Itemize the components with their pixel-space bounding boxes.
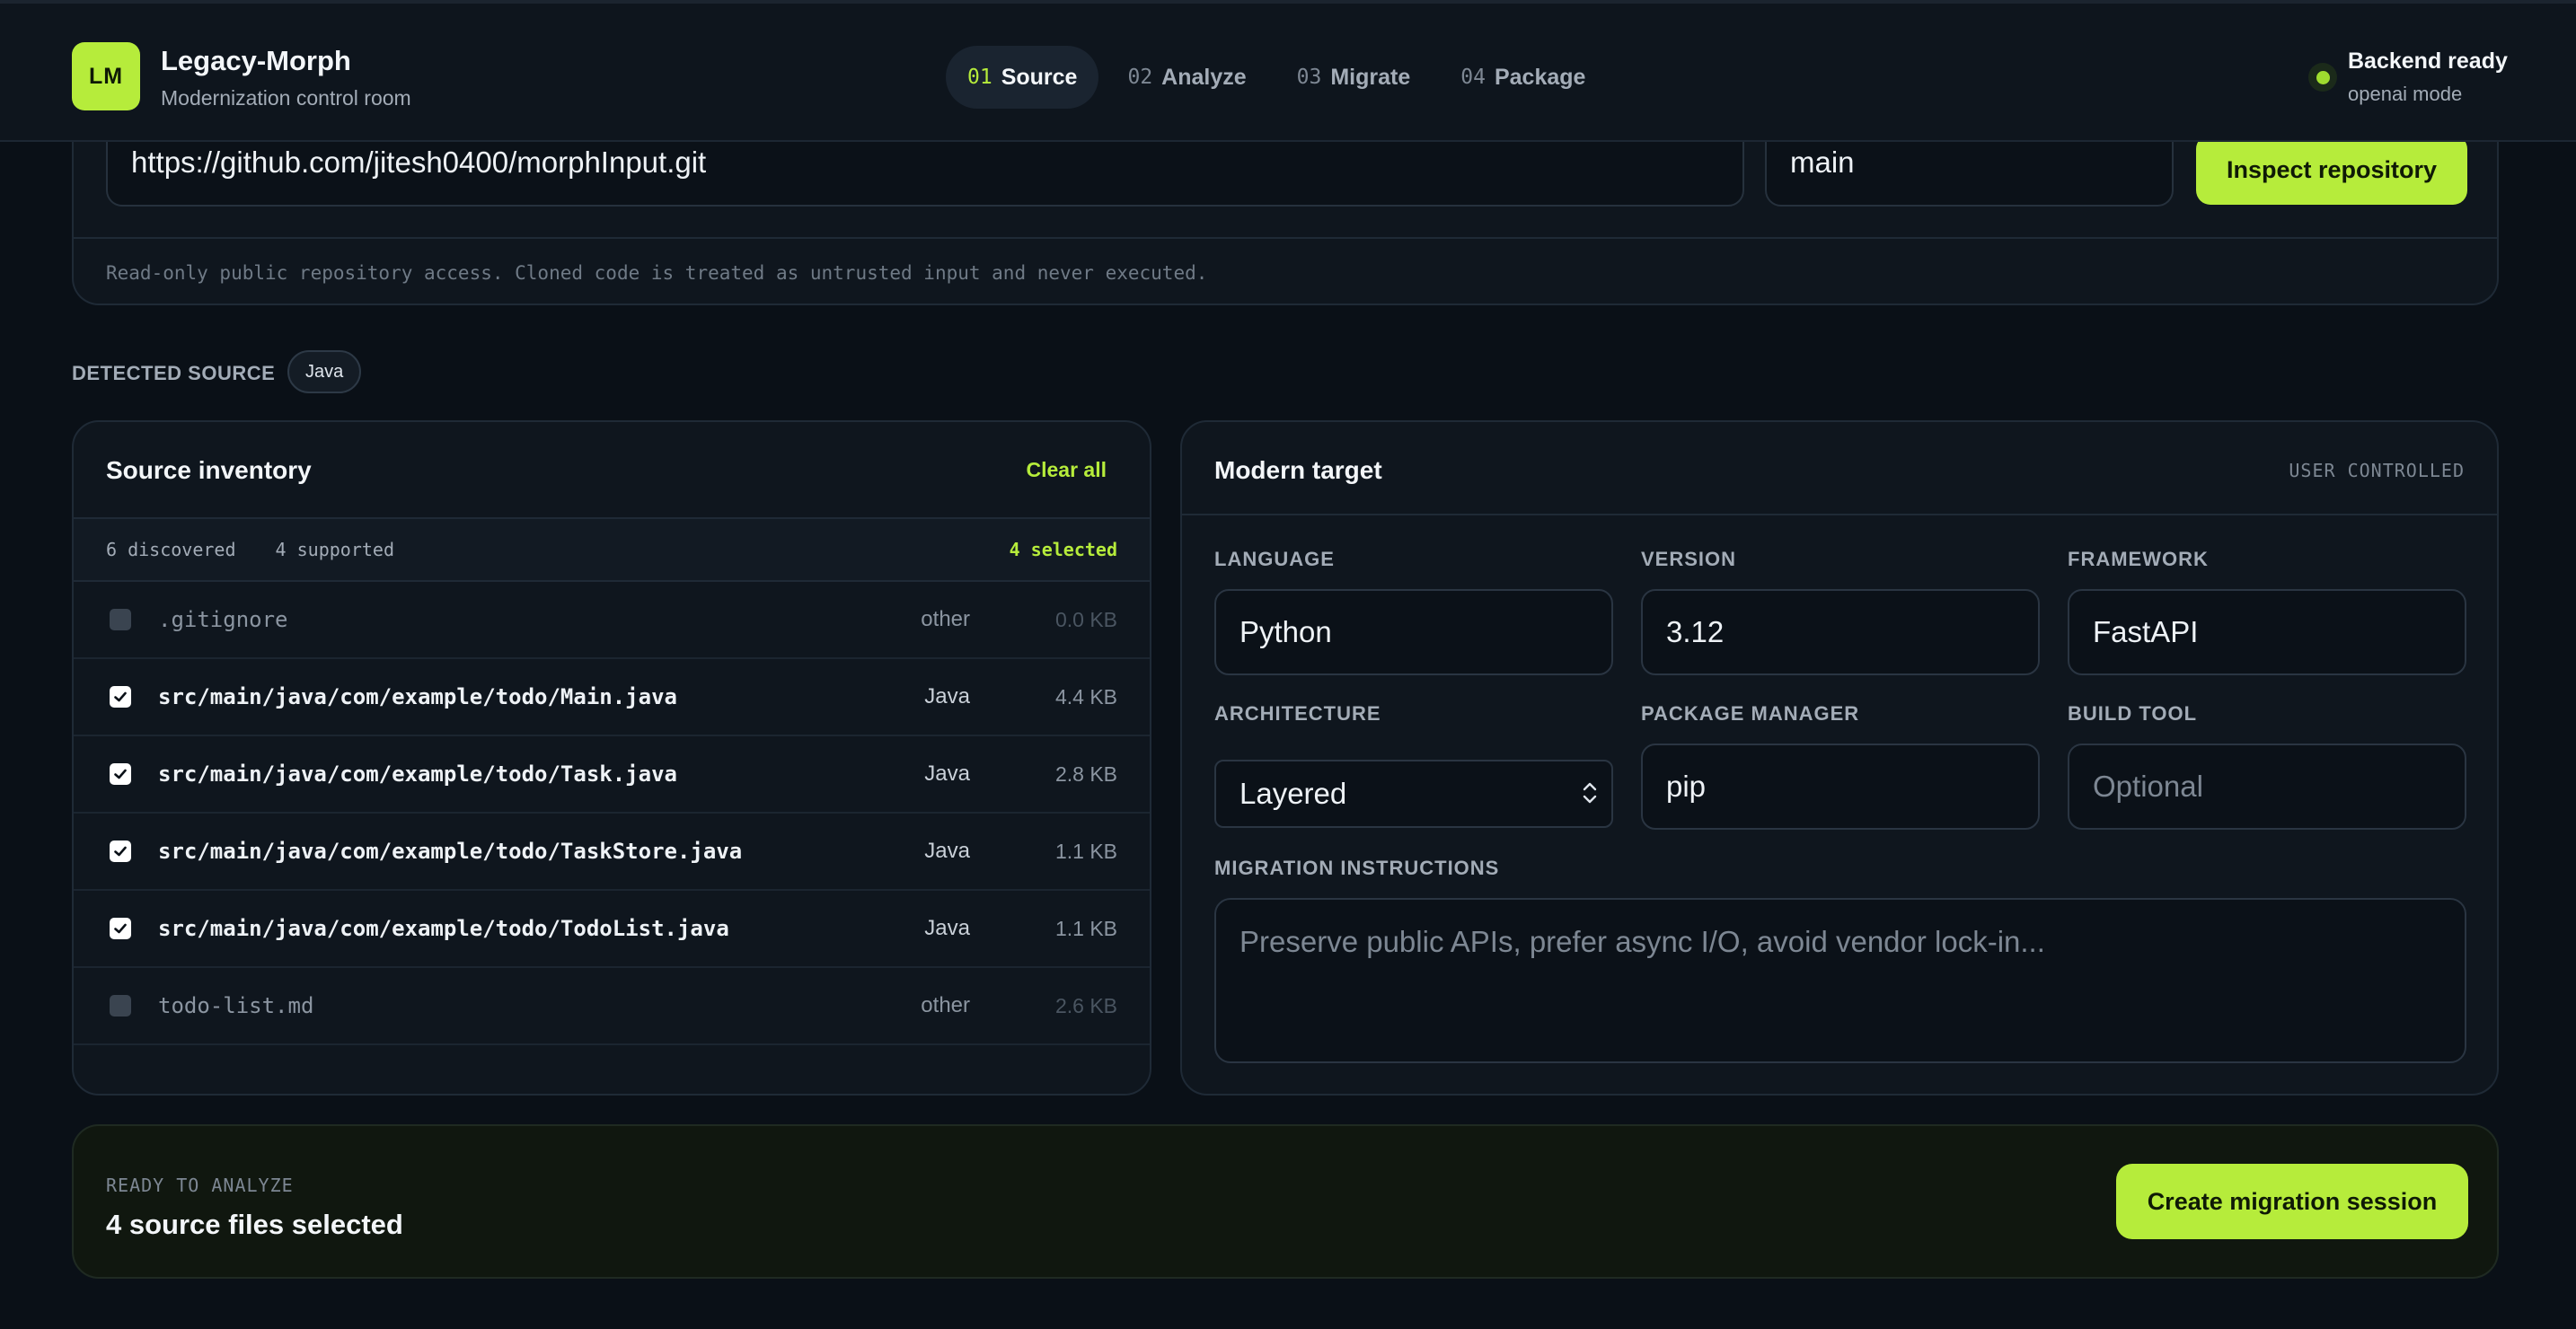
architecture-label: ARCHITECTURE	[1214, 702, 1381, 725]
build-tool-input[interactable]: Optional	[2068, 744, 2466, 830]
top-bar: LM Legacy-Morph Modernization control ro…	[0, 0, 2576, 142]
selected-count: 4 selected	[1009, 539, 1117, 560]
step-nav: 01 Source 02 Analyze 03 Migrate 04 Packa…	[946, 46, 1607, 109]
step-number: 01	[967, 66, 992, 89]
backend-mode: openai mode	[2348, 83, 2463, 105]
file-checkbox[interactable]	[110, 995, 131, 1017]
framework-input[interactable]: FastAPI	[2068, 589, 2466, 675]
step-label: Analyze	[1161, 64, 1247, 90]
inspect-repository-button[interactable]: Inspect repository	[2196, 135, 2467, 205]
step-package[interactable]: 04 Package	[1439, 46, 1607, 109]
file-path: src/main/java/com/example/todo/TodoList.…	[158, 916, 729, 941]
backend-status: Backend ready	[2348, 48, 2508, 74]
migration-instructions-label: MIGRATION INSTRUCTIONS	[1214, 857, 1500, 879]
file-checkbox[interactable]	[110, 763, 131, 785]
language-label: LANGUAGE	[1214, 548, 1335, 570]
file-size: 0.0 KB	[1054, 607, 1117, 631]
file-size: 1.1 KB	[1054, 916, 1117, 940]
step-analyze[interactable]: 02 Analyze	[1106, 46, 1267, 109]
file-checkbox[interactable]	[110, 609, 131, 630]
file-row[interactable]: src/main/java/com/example/todo/TodoList.…	[74, 891, 1150, 968]
top-strip	[0, 0, 2576, 4]
file-row[interactable]: src/main/java/com/example/todo/Main.java…	[74, 659, 1150, 736]
ready-label: READY TO ANALYZE	[106, 1175, 294, 1196]
file-path: src/main/java/com/example/todo/Main.java	[158, 684, 677, 709]
divider	[74, 237, 2497, 239]
file-language: other	[921, 993, 970, 1017]
file-row[interactable]: .gitignore other 0.0 KB	[74, 582, 1150, 659]
inventory-counts: 6 discovered 4 supported	[106, 539, 423, 560]
step-label: Source	[1001, 64, 1078, 90]
app-name: Legacy-Morph	[161, 45, 351, 76]
file-size: 4.4 KB	[1054, 684, 1117, 709]
app-logo: LM	[72, 42, 140, 110]
step-number: 04	[1460, 66, 1486, 89]
target-title: Modern target	[1214, 456, 1382, 484]
create-migration-session-button[interactable]: Create migration session	[2116, 1164, 2468, 1239]
architecture-select[interactable]: Layered	[1214, 760, 1613, 828]
file-path: todo-list.md	[158, 993, 314, 1018]
clear-all-button[interactable]: Clear all	[1027, 458, 1107, 482]
step-label: Migrate	[1330, 64, 1411, 90]
status-indicator-icon	[2308, 63, 2337, 92]
package-manager-label: PACKAGE MANAGER	[1641, 702, 1860, 725]
step-source[interactable]: 01 Source	[946, 46, 1099, 109]
divider	[1182, 514, 2497, 515]
supported-count: 4 supported	[275, 539, 394, 560]
file-size: 2.8 KB	[1054, 761, 1117, 786]
language-input[interactable]: Python	[1214, 589, 1613, 675]
version-input[interactable]: 3.12	[1641, 589, 2040, 675]
architecture-value: Layered	[1239, 777, 1347, 810]
file-checkbox[interactable]	[110, 686, 131, 708]
discovered-count: 6 discovered	[106, 539, 236, 560]
file-row[interactable]: src/main/java/com/example/todo/TaskStore…	[74, 814, 1150, 891]
file-path: src/main/java/com/example/todo/TaskStore…	[158, 839, 743, 864]
version-label: VERSION	[1641, 548, 1737, 570]
file-language: Java	[924, 916, 970, 940]
checkmark-icon	[114, 846, 127, 857]
step-migrate[interactable]: 03 Migrate	[1275, 46, 1433, 109]
build-tool-label: BUILD TOOL	[2068, 702, 2198, 725]
select-arrows-icon	[1581, 779, 1599, 809]
inventory-summary: 6 discovered 4 supported 4 selected	[74, 517, 1150, 582]
file-checkbox[interactable]	[110, 841, 131, 862]
file-language: Java	[924, 684, 970, 709]
file-size: 2.6 KB	[1054, 993, 1117, 1017]
step-number: 02	[1127, 66, 1153, 89]
inventory-title: Source inventory	[106, 456, 312, 484]
checkmark-icon	[114, 923, 127, 934]
repository-note: Read-only public repository access. Clon…	[106, 262, 1208, 284]
step-number: 03	[1296, 66, 1322, 89]
checkmark-icon	[114, 769, 127, 779]
step-label: Package	[1494, 64, 1586, 90]
migration-instructions-textarea[interactable]: Preserve public APIs, prefer async I/O, …	[1214, 898, 2466, 1063]
checkmark-icon	[114, 691, 127, 702]
file-size: 1.1 KB	[1054, 839, 1117, 863]
ready-to-analyze-bar: READY TO ANALYZE 4 source files selected…	[72, 1124, 2499, 1279]
detected-source-label: DETECTED SOURCE	[72, 362, 276, 384]
file-path: src/main/java/com/example/todo/Task.java	[158, 761, 677, 787]
file-checkbox[interactable]	[110, 918, 131, 939]
app-subtitle: Modernization control room	[161, 86, 411, 110]
file-language: other	[921, 607, 970, 631]
framework-label: FRAMEWORK	[2068, 548, 2209, 570]
file-language: Java	[924, 761, 970, 786]
file-row[interactable]: todo-list.md other 2.6 KB	[74, 968, 1150, 1045]
user-controlled-tag: USER CONTROLLED	[2289, 460, 2465, 481]
detected-language-badge: Java	[287, 350, 362, 393]
file-row[interactable]: src/main/java/com/example/todo/Task.java…	[74, 736, 1150, 814]
modern-target-panel: Modern target USER CONTROLLED LANGUAGE P…	[1180, 420, 2499, 1096]
package-manager-input[interactable]: pip	[1641, 744, 2040, 830]
selected-files-summary: 4 source files selected	[106, 1209, 403, 1240]
file-language: Java	[924, 839, 970, 863]
source-inventory-panel: Source inventory Clear all 6 discovered …	[72, 420, 1151, 1096]
file-path: .gitignore	[158, 607, 288, 632]
